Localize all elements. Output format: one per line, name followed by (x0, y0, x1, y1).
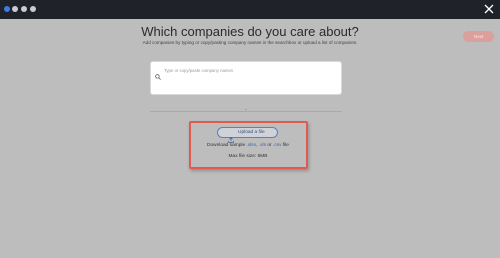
or-text: or (267, 143, 272, 148)
step-dot-active (4, 6, 10, 12)
step-dot (30, 6, 36, 12)
upload-file-label: Upload a file (238, 130, 265, 135)
file-suffix: file (282, 143, 289, 148)
sample-xls-link[interactable]: .xls (259, 143, 266, 148)
sample-xlsx-link[interactable]: .xlsx (247, 143, 257, 148)
page-title: Which companies do you care about? (141, 24, 359, 39)
sample-csv-link[interactable]: .csv (273, 143, 282, 148)
next-button[interactable]: Next (463, 31, 494, 42)
upload-panel: Upload a file Download sample .xlsx, .xl… (189, 121, 308, 169)
search-input[interactable] (164, 65, 334, 75)
upload-icon (228, 130, 234, 143)
download-sample-prefix: Download sample (207, 143, 246, 148)
step-dot (21, 6, 27, 12)
max-file-size: Max file size: 6MB (228, 154, 268, 159)
separator: , (256, 143, 258, 148)
page-subtitle: Add companies by typing or copy/pasting … (142, 40, 358, 45)
company-search-box[interactable] (150, 61, 342, 95)
divider-mark: ⌄ (244, 106, 248, 111)
search-icon (155, 67, 161, 80)
upload-file-button[interactable]: Upload a file (217, 127, 278, 143)
step-dot (12, 6, 18, 12)
download-sample-line: Download sample .xlsx, .xls or .csv file (191, 143, 305, 148)
top-bar (0, 0, 500, 19)
close-icon[interactable] (482, 2, 496, 16)
